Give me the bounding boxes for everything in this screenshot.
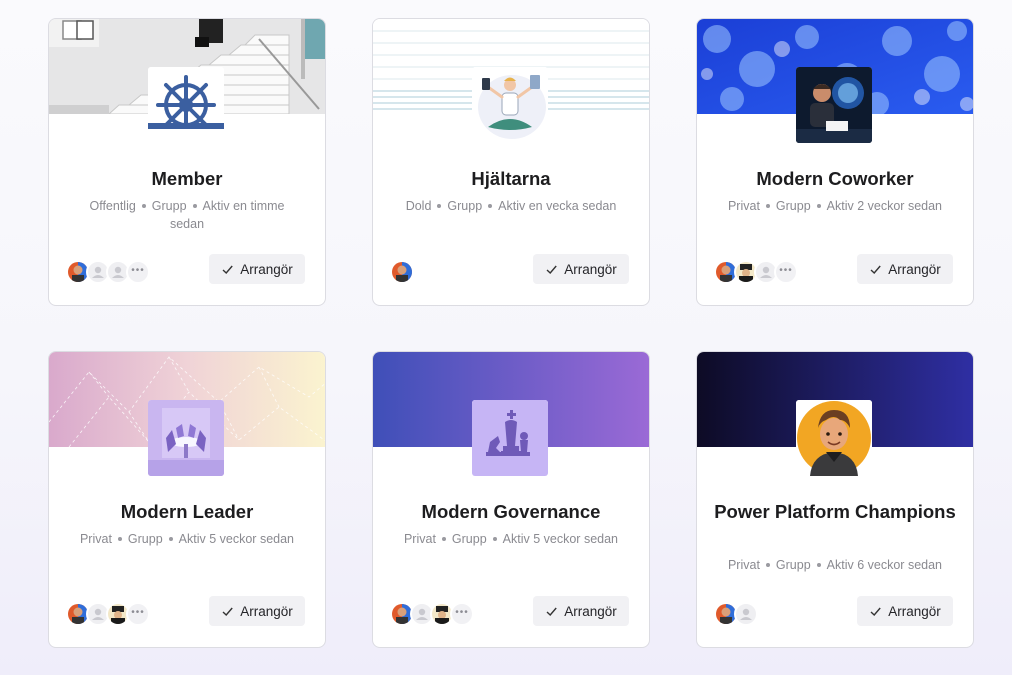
checkmark-icon: [221, 605, 234, 618]
group-card-hjaltarna[interactable]: Hjältarna Dold Grupp Aktiv en vecka sedan …: [372, 18, 650, 306]
groups-grid: Member Offentlig Grupp Aktiv en timme seda…: [0, 0, 1012, 675]
group-card-power-platform-champions[interactable]: Power Platform Champions Privat Grupp Akti…: [696, 351, 974, 648]
organizer-button-label: Arrangör: [888, 603, 941, 619]
group-card-modern-coworker[interactable]: Modern Coworker Privat Grupp Aktiv 2 vecko…: [696, 18, 974, 306]
group-type: Grupp: [775, 558, 811, 572]
organizer-button-label: Arrangör: [564, 603, 617, 619]
group-title: Power Platform Champions: [714, 501, 956, 522]
member-avatars[interactable]: •••: [714, 260, 798, 284]
member-avatar-placeholder[interactable]: [734, 602, 758, 626]
group-type: Grupp: [447, 199, 483, 213]
more-members-icon[interactable]: •••: [126, 260, 150, 284]
group-meta: Offentlig Grupp Aktiv en timme sedan: [77, 197, 297, 233]
group-activity: Aktiv 2 veckor sedan: [826, 199, 943, 213]
group-visibility: Offentlig: [89, 199, 136, 213]
more-members-icon[interactable]: •••: [126, 602, 150, 626]
group-visibility: Privat: [727, 558, 760, 572]
organizer-button[interactable]: Arrangör: [533, 254, 629, 284]
more-members-icon[interactable]: •••: [774, 260, 798, 284]
group-meta: Privat Grupp Aktiv 5 veckor sedan: [401, 530, 621, 548]
separator-dot: [141, 203, 146, 208]
group-meta: Privat Grupp Aktiv 5 veckor sedan: [77, 530, 297, 548]
group-meta: Privat Grupp Aktiv 6 veckor sedan: [725, 556, 945, 574]
chess-pieces-icon: [472, 400, 548, 476]
member-avatars[interactable]: [390, 260, 414, 284]
separator-dot: [492, 536, 497, 541]
group-meta: Privat Grupp Aktiv 2 veckor sedan: [725, 197, 945, 215]
group-activity: Aktiv 6 veckor sedan: [826, 558, 943, 572]
group-type: Grupp: [127, 532, 163, 546]
organizer-button[interactable]: Arrangör: [209, 596, 305, 626]
group-title: Hjältarna: [471, 168, 551, 189]
separator-dot: [765, 562, 770, 567]
separator-dot: [437, 203, 442, 208]
organizer-button[interactable]: Arrangör: [533, 596, 629, 626]
group-visibility: Dold: [405, 199, 432, 213]
meditating-person-icon: [472, 67, 548, 143]
member-avatars[interactable]: •••: [390, 602, 474, 626]
group-activity: Aktiv 5 veckor sedan: [178, 532, 295, 546]
separator-dot: [488, 203, 493, 208]
checkmark-icon: [869, 605, 882, 618]
checkmark-icon: [545, 605, 558, 618]
separator-dot: [816, 562, 821, 567]
group-title: Modern Leader: [120, 501, 254, 522]
member-avatars[interactable]: •••: [66, 260, 150, 284]
separator-dot: [168, 536, 173, 541]
group-visibility: Privat: [79, 532, 112, 546]
separator-dot: [117, 536, 122, 541]
group-activity: Aktiv en vecka sedan: [498, 199, 617, 213]
group-activity: Aktiv 5 veckor sedan: [502, 532, 619, 546]
member-avatars[interactable]: [714, 602, 758, 626]
person-with-robot-icon: [796, 67, 872, 143]
group-activity: Aktiv en timme sedan: [169, 199, 285, 231]
group-title: Modern Coworker: [756, 168, 914, 189]
cartoon-avatar-icon: [796, 400, 872, 476]
separator-dot: [765, 203, 770, 208]
group-type: Grupp: [151, 199, 187, 213]
organizer-button-label: Arrangör: [888, 261, 941, 277]
separator-dot: [192, 203, 197, 208]
group-card-member[interactable]: Member Offentlig Grupp Aktiv en timme seda…: [48, 18, 326, 306]
group-type: Grupp: [451, 532, 487, 546]
ship-wheel-icon: [148, 67, 224, 143]
organizer-button[interactable]: Arrangör: [857, 254, 953, 284]
member-avatar[interactable]: [390, 260, 414, 284]
member-avatars[interactable]: •••: [66, 602, 150, 626]
organizer-button[interactable]: Arrangör: [209, 254, 305, 284]
separator-dot: [816, 203, 821, 208]
group-card-modern-leader[interactable]: Modern Leader Privat Grupp Aktiv 5 veckor …: [48, 351, 326, 648]
checkmark-icon: [221, 263, 234, 276]
more-members-icon[interactable]: •••: [450, 602, 474, 626]
meeting-table-icon: [148, 400, 224, 476]
checkmark-icon: [869, 263, 882, 276]
group-type: Grupp: [775, 199, 811, 213]
separator-dot: [441, 536, 446, 541]
group-visibility: Privat: [403, 532, 436, 546]
group-title: Member: [151, 168, 223, 189]
organizer-button[interactable]: Arrangör: [857, 596, 953, 626]
checkmark-icon: [545, 263, 558, 276]
organizer-button-label: Arrangör: [240, 603, 293, 619]
group-visibility: Privat: [727, 199, 760, 213]
group-meta: Dold Grupp Aktiv en vecka sedan: [401, 197, 621, 215]
group-card-modern-governance[interactable]: Modern Governance Privat Grupp Aktiv 5 vec…: [372, 351, 650, 648]
organizer-button-label: Arrangör: [564, 261, 617, 277]
group-title: Modern Governance: [421, 501, 601, 522]
organizer-button-label: Arrangör: [240, 261, 293, 277]
